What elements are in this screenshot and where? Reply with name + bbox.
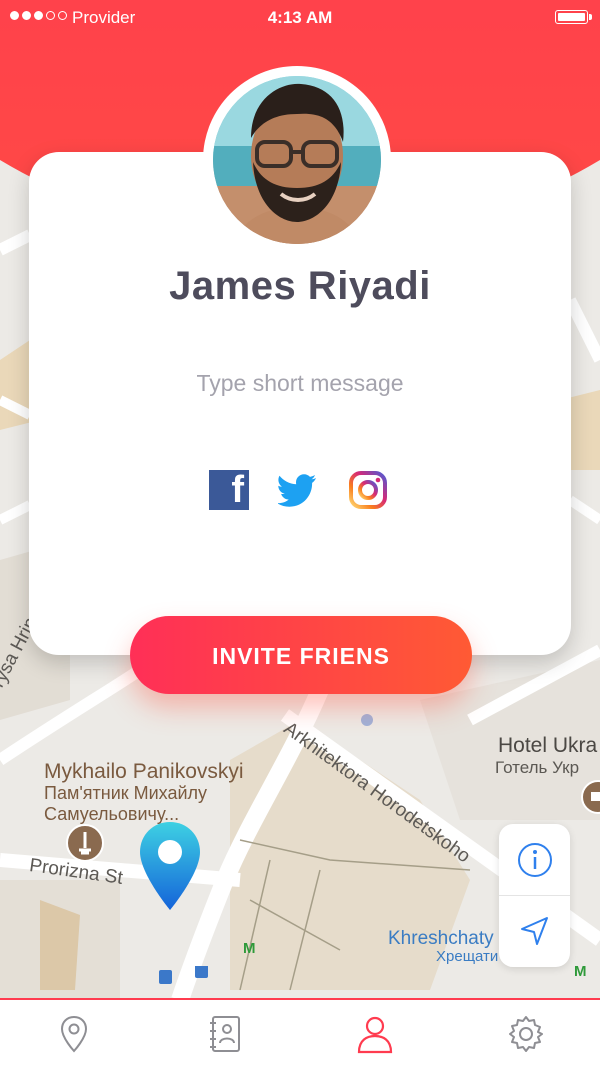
metro-icon: M — [243, 940, 256, 957]
battery-icon — [555, 10, 592, 24]
info-button[interactable] — [499, 824, 570, 895]
location-pin-icon[interactable] — [52, 1012, 96, 1056]
map-controls — [499, 824, 570, 967]
map-label-khreshchatyk-ua: Хрещати — [436, 948, 499, 965]
bus-stop-icon — [159, 966, 208, 984]
map-label-hotel: Hotel Ukra — [498, 734, 598, 757]
contacts-book-icon[interactable] — [203, 1012, 247, 1056]
navigate-button[interactable] — [499, 896, 570, 967]
invite-friends-button[interactable]: INVITE FRIENS — [130, 616, 472, 694]
status-time: 4:13 AM — [267, 8, 333, 27]
tab-bar — [0, 998, 600, 1067]
twitter-icon[interactable] — [278, 470, 318, 510]
map-label-hotel-ua: Готель Укр — [495, 758, 580, 777]
social-links: f — [0, 469, 600, 511]
info-icon — [518, 843, 552, 877]
avatar-photo — [213, 76, 381, 244]
instagram-icon[interactable] — [348, 470, 388, 510]
map-location-marker-icon[interactable] — [138, 820, 202, 912]
metro-icon: M — [574, 963, 587, 980]
profile-user-icon[interactable] — [353, 1012, 397, 1056]
map-label-mykhailo-ua1: Пам'ятник Михайлу — [44, 783, 208, 803]
status-bar: Provider 4:13 AM — [0, 0, 600, 36]
avatar[interactable] — [213, 76, 381, 244]
map-label-mykhailo: Mykhailo Panikovskyi — [44, 760, 244, 783]
monument-poi-icon[interactable] — [66, 824, 104, 862]
map-label-khreshchatyk: Khreshchaty — [388, 928, 494, 949]
profile-name: James Riyadi — [169, 264, 431, 308]
hotel-poi-icon[interactable] — [581, 780, 600, 814]
settings-gear-icon[interactable] — [504, 1012, 548, 1056]
navigate-arrow-icon — [521, 917, 548, 945]
facebook-icon[interactable]: f — [209, 469, 249, 511]
short-message-input[interactable]: Type short message — [29, 370, 571, 397]
